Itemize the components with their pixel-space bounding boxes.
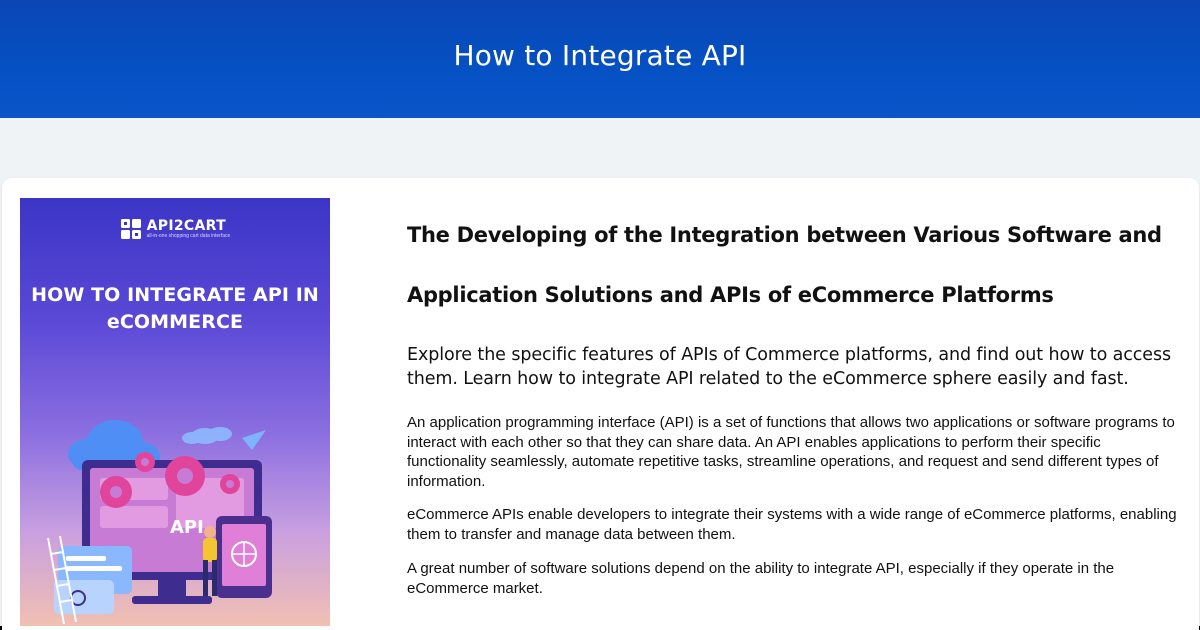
article-paragraph: A great number of software solutions dep… [407,560,1115,597]
api-integration-illustration: API [47,420,272,625]
brand-name: API2CART [146,217,226,234]
page-header: How to Integrate API [0,0,1200,118]
article-heading: The Developing of the Integration betwee… [407,223,1162,307]
brand-tagline: all-in-one shopping cart data interface [146,232,231,239]
article-paragraph: An application programming interface (AP… [407,414,1175,490]
api-label: API [170,517,204,538]
paper-plane-icon [242,430,266,450]
page-title: How to Integrate API [453,38,747,72]
ebook-cover[interactable]: API2CART all-in-one shopping cart data i… [20,198,330,626]
article-lead: Explore the specific features of APIs of… [407,345,1172,389]
api2cart-logo: API2CART all-in-one shopping cart data i… [20,218,330,240]
article-content: The Developing of the Integration betwee… [407,205,1182,598]
article-paragraph: eCommerce APIs enable developers to inte… [407,506,1177,543]
api2cart-logo-icon [120,219,141,239]
cover-title: HOW TO INTEGRATE API IN eCOMMERCE [31,284,319,333]
